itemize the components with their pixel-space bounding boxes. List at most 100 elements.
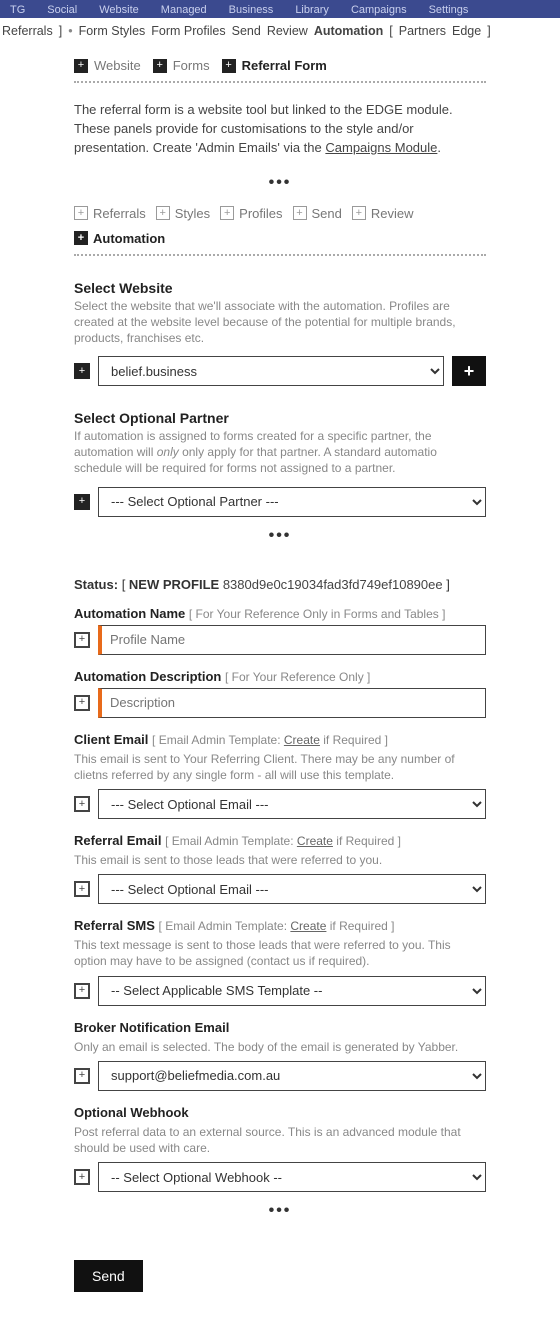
- subnav-item[interactable]: Form Styles: [79, 24, 146, 38]
- breadcrumb-label: Forms: [173, 58, 210, 73]
- automation-name-block: Automation Name [ For Your Reference Onl…: [74, 606, 486, 655]
- tab-review[interactable]: + Review: [352, 206, 414, 221]
- expand-icon[interactable]: +: [74, 796, 90, 812]
- website-select[interactable]: belief.business: [98, 356, 444, 386]
- tab-automation[interactable]: + Automation: [74, 231, 165, 246]
- plus-icon: +: [220, 206, 234, 220]
- field-label: Broker Notification Email: [74, 1020, 229, 1035]
- subnav-item[interactable]: Partners: [399, 24, 446, 38]
- field-help: Only an email is selected. The body of t…: [74, 1039, 486, 1055]
- select-website-section: Select Website Select the website that w…: [74, 280, 486, 387]
- top-nav-item[interactable]: Managed: [161, 4, 207, 16]
- breadcrumb-item-active[interactable]: + Referral Form: [222, 58, 327, 73]
- plus-icon: +: [222, 59, 236, 73]
- bracket: [: [389, 24, 392, 38]
- client-email-select[interactable]: --- Select Optional Email ---: [98, 789, 486, 819]
- bracket: ]: [487, 24, 490, 38]
- client-email-block: Client Email [ Email Admin Template: Cre…: [74, 732, 486, 819]
- top-nav-item[interactable]: Social: [47, 4, 77, 16]
- expand-icon[interactable]: +: [74, 983, 90, 999]
- field-label: Client Email: [74, 732, 148, 747]
- broker-email-block: Broker Notification Email Only an email …: [74, 1020, 486, 1091]
- tab-send[interactable]: + Send: [293, 206, 342, 221]
- field-sublabel: [ Email Admin Template: Create if Requir…: [165, 834, 401, 848]
- tab-label: Styles: [175, 206, 210, 221]
- top-nav: TG Social Website Managed Business Libra…: [0, 0, 560, 18]
- subnav-item[interactable]: Edge: [452, 24, 481, 38]
- field-help: This email is sent to Your Referring Cli…: [74, 751, 486, 783]
- create-link[interactable]: Create: [290, 919, 326, 933]
- broker-email-select[interactable]: support@beliefmedia.com.au: [98, 1061, 486, 1091]
- subnav-item-active[interactable]: Automation: [314, 24, 383, 38]
- tab-label: Review: [371, 206, 414, 221]
- partner-select[interactable]: --- Select Optional Partner ---: [98, 487, 486, 517]
- plus-icon: +: [74, 231, 88, 245]
- field-label: Automation Name: [74, 606, 185, 621]
- field-sublabel: [ Email Admin Template: Create if Requir…: [159, 919, 395, 933]
- automation-name-input[interactable]: [98, 625, 486, 655]
- tab-styles[interactable]: + Styles: [156, 206, 210, 221]
- referral-email-select[interactable]: --- Select Optional Email ---: [98, 874, 486, 904]
- referral-sms-block: Referral SMS [ Email Admin Template: Cre…: [74, 918, 486, 1005]
- breadcrumb-label: Website: [94, 58, 141, 73]
- top-nav-item[interactable]: TG: [10, 4, 25, 16]
- create-link[interactable]: Create: [284, 733, 320, 747]
- field-label: Referral Email: [74, 833, 161, 848]
- referral-sms-select[interactable]: -- Select Applicable SMS Template --: [98, 976, 486, 1006]
- campaigns-module-link[interactable]: Campaigns Module: [325, 140, 437, 155]
- plus-icon: +: [153, 59, 167, 73]
- subnav-item[interactable]: Send: [232, 24, 261, 38]
- intro-text: The referral form is a website tool but …: [74, 83, 486, 164]
- breadcrumb: + Website + Forms + Referral Form: [74, 48, 486, 83]
- section-help: If automation is assigned to forms creat…: [74, 428, 486, 477]
- expand-icon[interactable]: +: [74, 695, 90, 711]
- field-sublabel: [ Email Admin Template: Create if Requir…: [152, 733, 388, 747]
- subnav-item[interactable]: Review: [267, 24, 308, 38]
- tab-referrals[interactable]: + Referrals: [74, 206, 146, 221]
- add-website-button[interactable]: +: [452, 356, 486, 386]
- status-label: Status:: [74, 577, 118, 592]
- ellipsis-divider: •••: [74, 517, 486, 555]
- ellipsis-divider: •••: [74, 164, 486, 202]
- send-button[interactable]: Send: [74, 1260, 143, 1292]
- top-nav-item[interactable]: Business: [229, 4, 274, 16]
- tab-label: Profiles: [239, 206, 282, 221]
- breadcrumb-item[interactable]: + Website: [74, 58, 141, 73]
- automation-description-block: Automation Description [ For Your Refere…: [74, 669, 486, 718]
- breadcrumb-item[interactable]: + Forms: [153, 58, 210, 73]
- top-nav-item[interactable]: Library: [295, 4, 329, 16]
- subnav-item[interactable]: Form Profiles: [151, 24, 225, 38]
- field-help: This text message is sent to those leads…: [74, 937, 486, 969]
- ellipsis-divider: •••: [74, 1192, 486, 1230]
- subnav-item[interactable]: Referrals: [2, 24, 53, 38]
- expand-icon[interactable]: +: [74, 881, 90, 897]
- field-label: Optional Webhook: [74, 1105, 189, 1120]
- select-partner-section: Select Optional Partner If automation is…: [74, 410, 486, 517]
- expand-icon[interactable]: +: [74, 632, 90, 648]
- create-link[interactable]: Create: [297, 834, 333, 848]
- expand-icon[interactable]: +: [74, 1169, 90, 1185]
- top-nav-item[interactable]: Campaigns: [351, 4, 407, 16]
- plus-icon: +: [293, 206, 307, 220]
- bracket: ]: [59, 24, 62, 38]
- webhook-select[interactable]: -- Select Optional Webhook --: [98, 1162, 486, 1192]
- expand-icon[interactable]: +: [74, 1068, 90, 1084]
- webhook-block: Optional Webhook Post referral data to a…: [74, 1105, 486, 1192]
- field-label: Automation Description: [74, 669, 221, 684]
- section-help: Select the website that we'll associate …: [74, 298, 486, 347]
- tab-profiles[interactable]: + Profiles: [220, 206, 282, 221]
- plus-icon: +: [74, 59, 88, 73]
- breadcrumb-label: Referral Form: [242, 58, 327, 73]
- intro-post: .: [437, 140, 441, 155]
- automation-description-input[interactable]: [98, 688, 486, 718]
- expand-icon[interactable]: +: [74, 494, 90, 510]
- status-hash: 8380d9e0c19034fad3fd749ef10890ee: [223, 577, 443, 592]
- plus-icon: +: [352, 206, 366, 220]
- sub-nav: Referrals ] • Form Styles Form Profiles …: [0, 18, 560, 48]
- expand-icon[interactable]: +: [74, 363, 90, 379]
- main-content: + Website + Forms + Referral Form The re…: [0, 48, 560, 1332]
- top-nav-item[interactable]: Settings: [429, 4, 469, 16]
- top-nav-item[interactable]: Website: [99, 4, 139, 16]
- field-help: Post referral data to an external source…: [74, 1124, 486, 1156]
- tab-label: Automation: [93, 231, 165, 246]
